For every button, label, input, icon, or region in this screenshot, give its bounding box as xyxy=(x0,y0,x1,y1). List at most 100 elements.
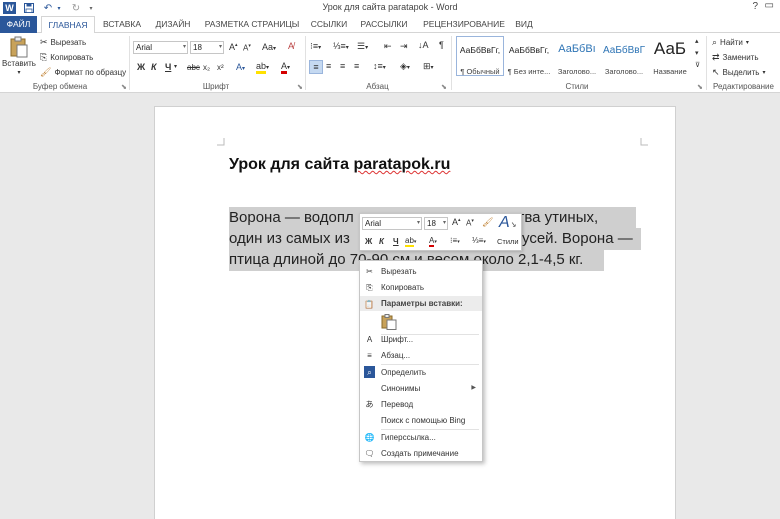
ribbon-display-options-icon[interactable]: ▭ xyxy=(765,0,774,11)
mini-styles-label[interactable]: Стили xyxy=(497,237,519,246)
mini-shrink-font-icon[interactable]: A▾ xyxy=(466,218,474,228)
change-case-button[interactable]: Aa▾ xyxy=(262,42,276,52)
align-left-icon[interactable]: ≡ xyxy=(309,60,323,74)
document-heading[interactable]: Урок для сайта paratapok.ru xyxy=(229,156,450,174)
superscript-button[interactable]: x² xyxy=(217,63,224,72)
text-effects-icon[interactable]: A▾ xyxy=(236,62,245,72)
paragraph-line[interactable]: один из самых из xyxy=(229,229,350,249)
copy-icon: ⎘ xyxy=(40,52,48,62)
mini-styles-icon[interactable]: A↘ xyxy=(499,214,516,232)
help-icon[interactable]: ? xyxy=(752,1,758,12)
mini-bullets-icon[interactable]: ⁝≡▾ xyxy=(450,236,460,245)
find-button[interactable]: ⌕ Найти ▾ xyxy=(712,37,749,48)
line-spacing-icon[interactable]: ↕≡▾ xyxy=(373,61,386,71)
menu-item-new-comment[interactable]: 🗨 Создать примечание xyxy=(360,446,482,461)
numbering-icon[interactable]: ⅓≡▾ xyxy=(333,41,349,51)
clipboard-launcher-icon[interactable]: ⬊ xyxy=(121,83,127,91)
mini-underline-button[interactable]: Ч xyxy=(393,237,399,246)
subscript-button[interactable]: x₂ xyxy=(203,63,210,72)
tab-review[interactable]: РЕЦЕНЗИРОВАНИЕ xyxy=(418,16,510,33)
style-name: Название xyxy=(653,67,687,76)
paragraph-line[interactable]: Ворона — водопл xyxy=(229,208,354,228)
menu-item-copy[interactable]: ⎘ Копировать xyxy=(360,280,482,295)
style-title[interactable]: АаБ Название xyxy=(648,36,692,76)
menu-item-label: Определить xyxy=(381,368,427,377)
justify-icon[interactable]: ≡ xyxy=(354,61,359,71)
chevron-down-icon: ▾ xyxy=(182,44,186,50)
font-color-icon[interactable]: A▾ xyxy=(281,61,290,74)
tab-insert[interactable]: ВСТАВКА xyxy=(99,16,145,33)
style-name: ¶ Без инте... xyxy=(507,67,551,76)
style-heading-2[interactable]: АаБбВвГ Заголово... xyxy=(601,36,647,76)
underline-dropdown-icon[interactable]: ▾ xyxy=(174,63,177,70)
increase-indent-icon[interactable]: ⇥ xyxy=(400,41,408,52)
select-button[interactable]: ↖ Выделить ▾ xyxy=(712,67,765,78)
underline-button[interactable]: Ч xyxy=(165,62,171,72)
menu-item-paragraph[interactable]: ≡ Абзац... xyxy=(360,348,482,363)
mini-grow-font-icon[interactable]: A▴ xyxy=(452,217,461,227)
format-painter-button[interactable]: 🖌 Формат по образцу xyxy=(40,67,126,78)
shrink-font-button[interactable]: A▾ xyxy=(243,43,251,53)
replace-button[interactable]: ⇄ Заменить xyxy=(712,52,759,63)
shading-icon[interactable]: ◈▾ xyxy=(400,61,410,72)
menu-item-define[interactable]: ⌕ Определить xyxy=(360,365,482,380)
format-painter-label: Формат по образцу xyxy=(54,68,127,77)
mini-format-painter-icon[interactable]: 🖌 xyxy=(482,217,493,228)
tab-view[interactable]: ВИД xyxy=(512,16,536,33)
styles-launcher-icon[interactable]: ⬊ xyxy=(697,83,703,91)
bullets-icon[interactable]: ⁝≡▾ xyxy=(310,41,321,52)
mini-numbering-icon[interactable]: ⅓≡▾ xyxy=(472,236,486,245)
tab-references[interactable]: ССЫЛКИ xyxy=(308,16,350,33)
align-right-icon[interactable]: ≡ xyxy=(340,61,345,71)
bold-button[interactable]: Ж xyxy=(137,62,145,72)
mini-highlight-icon[interactable]: ab▾ xyxy=(405,236,416,247)
menu-item-hyperlink[interactable]: 🌐 Гиперссылка... xyxy=(360,430,482,445)
tab-design[interactable]: ДИЗАЙН xyxy=(152,16,194,33)
paste-keep-text-icon[interactable] xyxy=(381,314,397,330)
show-marks-button[interactable]: ¶ xyxy=(439,40,444,50)
style-preview: АаБбВвГг, xyxy=(508,45,550,55)
style-normal[interactable]: АаБбВвГг, ¶ Обычный xyxy=(456,36,504,76)
grow-font-button[interactable]: A▴ xyxy=(229,42,238,52)
align-center-icon[interactable]: ≡ xyxy=(326,61,331,71)
mini-font-name-combo[interactable]: Arial ▾ xyxy=(362,217,422,230)
cut-button[interactable]: ✂ Вырезать xyxy=(40,37,86,48)
font-size-combo[interactable]: 18 ▾ xyxy=(190,41,224,54)
paragraph-line[interactable]: ства утиных, xyxy=(510,208,598,228)
tab-home[interactable]: ГЛАВНАЯ xyxy=(41,16,95,34)
tab-mailings[interactable]: РАССЫЛКИ xyxy=(358,16,410,33)
mini-font-size-combo[interactable]: 18 ▾ xyxy=(424,217,448,230)
paragraph-line[interactable]: усей. Ворона — xyxy=(522,229,633,249)
ribbon-tabs: ФАЙЛ ГЛАВНАЯ ВСТАВКА ДИЗАЙН РАЗМЕТКА СТР… xyxy=(0,16,780,34)
clear-formatting-icon[interactable]: A̸ xyxy=(288,41,294,51)
font-launcher-icon[interactable]: ⬊ xyxy=(297,83,303,91)
menu-item-bing-search[interactable]: Поиск с помощью Bing xyxy=(360,413,482,428)
menu-item-cut[interactable]: ✂ Вырезать xyxy=(360,264,482,279)
mini-font-size-value: 18 xyxy=(427,219,436,228)
tab-file[interactable]: ФАЙЛ xyxy=(0,16,37,33)
borders-icon[interactable]: ⊞▾ xyxy=(423,61,434,72)
strikethrough-button[interactable]: abc xyxy=(187,63,200,72)
sort-icon[interactable]: ↓A xyxy=(418,40,429,50)
style-no-spacing[interactable]: АаБбВвГг, ¶ Без инте... xyxy=(505,36,553,76)
decrease-indent-icon[interactable]: ⇤ xyxy=(384,41,392,52)
mini-italic-button[interactable]: К xyxy=(379,237,384,246)
font-name-combo[interactable]: Arial ▾ xyxy=(133,41,188,54)
menu-item-label: Вырезать xyxy=(381,267,417,276)
paragraph-text: ства утиных, xyxy=(510,209,599,226)
menu-item-translate[interactable]: あ Перевод xyxy=(360,397,482,412)
chevron-right-icon: ▶ xyxy=(471,385,476,391)
menu-item-synonyms[interactable]: Синонимы ▶ xyxy=(360,381,482,396)
highlight-icon[interactable]: ab▾ xyxy=(256,61,269,74)
tab-page-layout[interactable]: РАЗМЕТКА СТРАНИЦЫ xyxy=(202,16,302,33)
style-heading-1[interactable]: АаБбВı Заголово... xyxy=(554,36,600,76)
paragraph-launcher-icon[interactable]: ⬊ xyxy=(441,83,447,91)
styles-scroll-icon[interactable]: ▴ ▾ ⊽ xyxy=(695,36,700,72)
mini-font-color-icon[interactable]: A▾ xyxy=(429,236,437,247)
mini-bold-button[interactable]: Ж xyxy=(365,237,372,246)
paste-button[interactable]: Вставить ▾ xyxy=(2,36,36,80)
menu-item-font[interactable]: A Шрифт... xyxy=(360,332,482,347)
italic-button[interactable]: К xyxy=(151,62,157,72)
copy-button[interactable]: ⎘ Копировать xyxy=(40,52,93,63)
multilevel-list-icon[interactable]: ☰▾ xyxy=(357,41,368,52)
